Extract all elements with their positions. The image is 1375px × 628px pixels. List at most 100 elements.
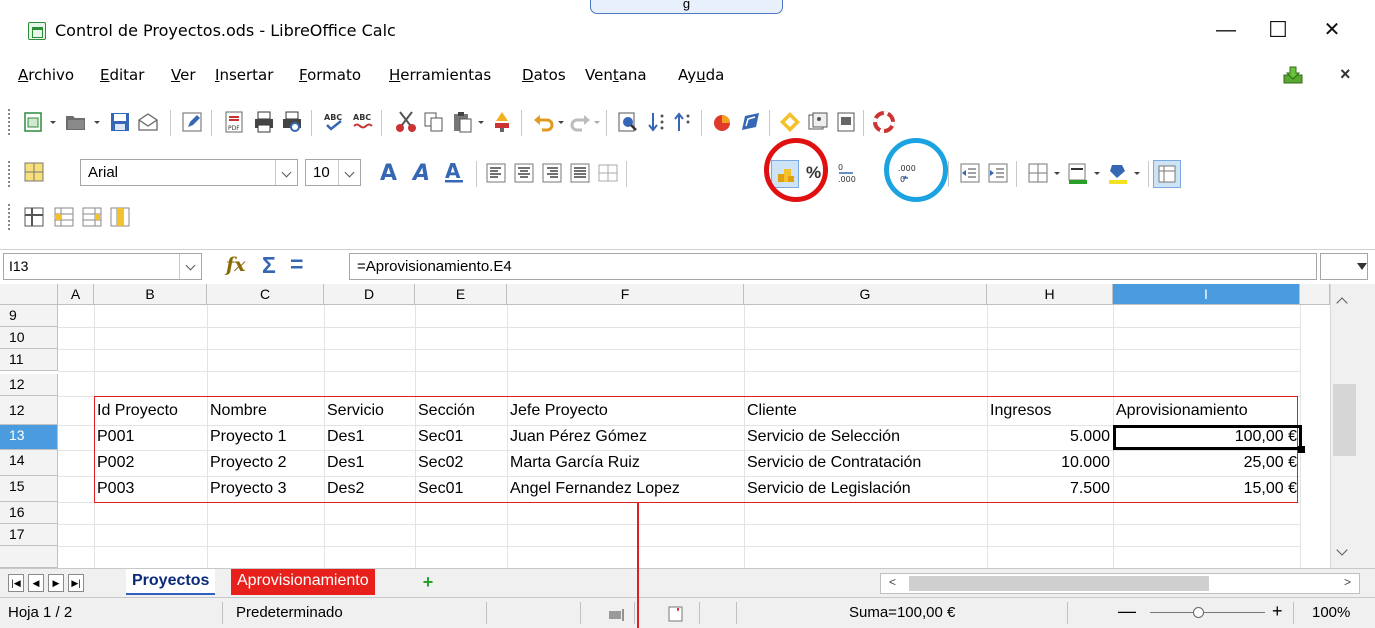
sort-ascending-icon[interactable] xyxy=(646,110,670,134)
select-all-corner[interactable] xyxy=(0,284,58,305)
redo-dropdown-icon[interactable] xyxy=(592,110,602,134)
percent-format-icon[interactable]: % xyxy=(806,163,821,183)
vertical-scrollbar[interactable] xyxy=(1330,284,1375,568)
add-decimal-button[interactable]: 0 .000 xyxy=(836,160,864,188)
font-size-dropdown-icon[interactable] xyxy=(338,160,360,185)
document-modified-icon[interactable] xyxy=(668,606,684,622)
sheet-tab-proyectos[interactable]: Proyectos xyxy=(126,569,216,595)
column-header[interactable]: C xyxy=(207,284,324,305)
export-pdf-icon[interactable]: PDF xyxy=(222,110,246,134)
active-cell-cursor[interactable] xyxy=(1113,425,1305,453)
cut-icon[interactable] xyxy=(394,110,418,134)
align-left-icon[interactable] xyxy=(484,161,508,185)
first-sheet-icon[interactable]: |◀ xyxy=(8,574,24,592)
open-folder-icon[interactable] xyxy=(64,110,88,134)
formula-expand-icon[interactable] xyxy=(1320,253,1368,280)
undo-dropdown-icon[interactable] xyxy=(556,110,566,134)
menu-datos[interactable]: Datos xyxy=(522,66,566,84)
page-style[interactable]: Predeterminado xyxy=(236,604,343,621)
scroll-down-icon[interactable] xyxy=(1336,544,1348,556)
background-color-icon[interactable] xyxy=(1106,161,1130,185)
paste-icon[interactable] xyxy=(450,110,474,134)
italic-icon[interactable]: A xyxy=(410,160,438,184)
menu-ventana[interactable]: Ventana xyxy=(585,66,647,84)
decrease-indent-icon[interactable] xyxy=(958,161,982,185)
insert-columns-before-icon[interactable] xyxy=(52,205,76,229)
scroll-right-icon[interactable]: > xyxy=(1344,575,1351,589)
menu-ver[interactable]: Ver xyxy=(171,66,196,84)
zoom-slider-track[interactable] xyxy=(1150,612,1265,613)
row-header[interactable]: 14 xyxy=(0,450,58,476)
spreadsheet-grid[interactable]: A B C D E F G H I 9 10 11 12 13 14 15 16… xyxy=(0,284,1375,568)
next-sheet-icon[interactable]: ▶ xyxy=(48,574,64,592)
underline-icon[interactable]: A xyxy=(442,160,470,184)
column-header[interactable]: D xyxy=(324,284,415,305)
borders-icon[interactable] xyxy=(1026,161,1050,185)
column-header[interactable]: B xyxy=(94,284,207,305)
column-header[interactable]: E xyxy=(415,284,507,305)
zoom-in-icon[interactable]: + xyxy=(1272,601,1283,622)
font-name-dropdown-icon[interactable] xyxy=(275,160,297,185)
clone-formatting-icon[interactable] xyxy=(490,110,514,134)
menu-insertar[interactable]: Insertar xyxy=(215,66,273,84)
row-header[interactable]: 9 xyxy=(0,305,58,327)
selection-mode-icon[interactable] xyxy=(608,607,626,621)
print-icon[interactable] xyxy=(252,110,276,134)
freeze-rows-columns-icon[interactable] xyxy=(22,205,46,229)
borders-dropdown-icon[interactable] xyxy=(1052,161,1062,185)
undo-icon[interactable] xyxy=(532,110,556,134)
justify-icon[interactable] xyxy=(568,161,592,185)
menu-ayuda[interactable]: Ayuda xyxy=(678,66,724,84)
new-dropdown-icon[interactable] xyxy=(48,110,58,134)
scroll-up-icon[interactable] xyxy=(1336,297,1348,309)
delete-decimal-button[interactable]: .000 0 xyxy=(894,160,922,188)
toolbar-grip-icon[interactable] xyxy=(8,161,11,187)
row-header-selected[interactable]: 13 xyxy=(0,425,58,450)
row-header[interactable]: 16 xyxy=(0,502,58,524)
menu-herramientas[interactable]: Herramientas xyxy=(389,66,491,84)
insert-columns-after-icon[interactable] xyxy=(80,205,104,229)
gridlines-toggle-button[interactable] xyxy=(1153,160,1181,188)
toolbar-grip-icon[interactable] xyxy=(8,109,11,135)
bold-icon[interactable]: A xyxy=(378,160,406,184)
sum-icon[interactable]: Σ xyxy=(262,252,276,279)
paste-dropdown-icon[interactable] xyxy=(476,110,486,134)
save-icon[interactable] xyxy=(108,110,132,134)
redo-icon[interactable] xyxy=(568,110,592,134)
merge-cells-icon[interactable] xyxy=(596,161,620,185)
zoom-out-icon[interactable]: — xyxy=(1118,601,1136,622)
align-right-icon[interactable] xyxy=(540,161,564,185)
sheet-tab-aprovisionamiento[interactable]: Aprovisionamiento xyxy=(231,569,375,595)
previous-sheet-icon[interactable]: ◀ xyxy=(28,574,44,592)
row-header[interactable]: 12 xyxy=(0,396,58,425)
spelling-icon[interactable]: ABC xyxy=(322,110,346,134)
zoom-slider-knob[interactable] xyxy=(1193,607,1204,618)
menu-archivo[interactable]: Archivo xyxy=(18,66,74,84)
new-spreadsheet-icon[interactable] xyxy=(22,110,46,134)
currency-format-button[interactable] xyxy=(771,160,799,188)
help-lifebuoy-icon[interactable] xyxy=(872,110,896,134)
column-header[interactable]: H xyxy=(987,284,1113,305)
maximize-button[interactable]: ☐ xyxy=(1258,14,1298,46)
scroll-left-icon[interactable]: < xyxy=(889,575,896,589)
horizontal-scrollbar[interactable]: < > xyxy=(880,573,1360,594)
insert-chart-icon[interactable] xyxy=(710,110,734,134)
increase-indent-icon[interactable] xyxy=(986,161,1010,185)
toolbar-grip-icon[interactable] xyxy=(8,204,11,230)
minimize-button[interactable]: — xyxy=(1206,14,1246,46)
vertical-scroll-thumb[interactable] xyxy=(1333,384,1356,456)
print-preview-icon[interactable] xyxy=(280,110,304,134)
row-header[interactable]: 12 xyxy=(0,374,58,396)
menu-formato[interactable]: Formato xyxy=(299,66,361,84)
align-center-icon[interactable] xyxy=(512,161,536,185)
insert-image-icon[interactable] xyxy=(806,110,830,134)
border-style-icon[interactable] xyxy=(1066,161,1090,185)
copy-icon[interactable] xyxy=(422,110,446,134)
insert-pivot-table-icon[interactable] xyxy=(738,110,762,134)
font-name-combo[interactable]: Arial xyxy=(80,159,298,186)
column-header[interactable]: G xyxy=(744,284,987,305)
row-header[interactable]: 10 xyxy=(0,327,58,349)
column-header[interactable]: A xyxy=(58,284,94,305)
font-size-combo[interactable]: 10 xyxy=(305,159,361,186)
column-header[interactable]: F xyxy=(507,284,744,305)
